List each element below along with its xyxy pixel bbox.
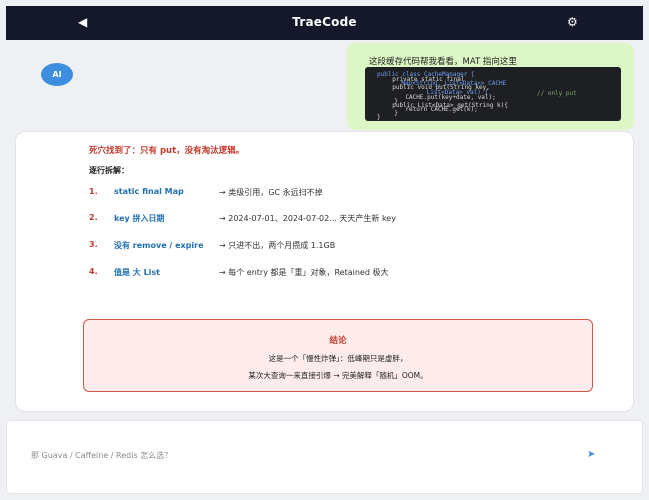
- conclusion-title: 结论: [329, 336, 347, 346]
- code-line: }: [377, 114, 381, 121]
- breakdown-step: 2. key 拼入日期 → 2024-07-01、2024-07-02... 天…: [89, 213, 609, 225]
- assistant-answer-card: 死穴找到了：只有 put，没有淘汰逻辑。 逐行拆解： 1. static fin…: [15, 131, 634, 412]
- app-title: TraeCode: [292, 15, 357, 29]
- step-number: 1.: [89, 187, 98, 196]
- step-description: → 2024-07-01、2024-07-02... 天天产生新 key: [219, 214, 396, 223]
- gear-icon[interactable]: ⚙: [567, 15, 578, 29]
- step-number: 3.: [89, 240, 98, 249]
- ai-avatar: AI: [41, 63, 73, 86]
- breakdown-step: 1. static final Map → 类级引用，GC 永远扫不掉: [89, 187, 609, 199]
- breakdown-title: 逐行拆解：: [89, 166, 129, 175]
- conclusion-line: 某次大查询一来直接引爆 → 完美解释「随机」OOM。: [248, 371, 428, 380]
- breakdown-step: 4. 值是 大 List → 每个 entry 都是「重」对象，Retained…: [89, 267, 609, 279]
- conclusion-line: 这是一个「慢性炸弹」：低峰期只是虚胖，: [268, 354, 408, 363]
- step-term: static final Map: [114, 187, 184, 196]
- code-snippet: public class CacheManager { private stat…: [365, 67, 621, 121]
- step-description: → 只进不出，两个月攒成 1.1GB: [219, 241, 336, 250]
- user-message-text: 这段缓存代码帮我看看，MAT 指向这里: [369, 57, 517, 67]
- message-input[interactable]: [31, 447, 571, 463]
- code-line: CACHE.put(key+date, val);: [391, 94, 496, 101]
- step-description: → 类级引用，GC 永远扫不掉: [219, 188, 323, 197]
- code-line: return CACHE.get(k);: [391, 106, 478, 113]
- step-description: → 每个 entry 都是「重」对象，Retained 极大: [219, 268, 389, 277]
- send-icon[interactable]: ➤: [587, 449, 595, 460]
- code-line: }: [387, 110, 398, 117]
- message-composer: ➤: [6, 420, 643, 494]
- answer-headline: 死穴找到了：只有 put，没有淘汰逻辑。: [89, 146, 245, 156]
- code-comment: // only put: [537, 90, 577, 97]
- step-number: 4.: [89, 267, 98, 276]
- step-number: 2.: [89, 213, 98, 222]
- user-message-bubble: 这段缓存代码帮我看看，MAT 指向这里 public class CacheMa…: [347, 43, 634, 130]
- conclusion-box: 结论 这是一个「慢性炸弹」：低峰期只是虚胖， 某次大查询一来直接引爆 → 完美解…: [83, 319, 593, 392]
- step-term: 没有 remove / expire: [114, 241, 204, 250]
- step-term: 值是 大 List: [114, 268, 160, 277]
- breakdown-step: 3. 没有 remove / expire → 只进不出，两个月攒成 1.1GB: [89, 240, 609, 252]
- app-header: ◀ TraeCode ⚙: [6, 6, 643, 40]
- step-term: key 拼入日期: [114, 214, 165, 223]
